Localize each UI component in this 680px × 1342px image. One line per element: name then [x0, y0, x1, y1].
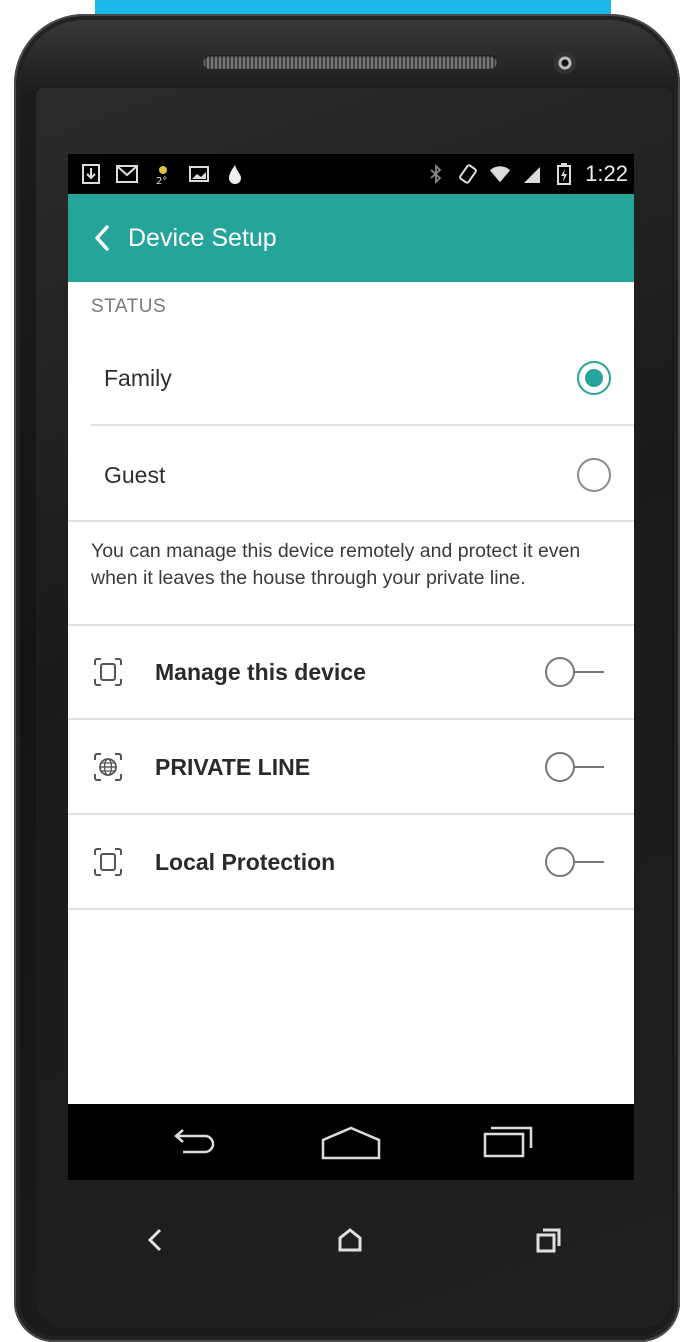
radio-option-family[interactable]: Family: [91, 332, 634, 426]
private-line-label: PRIVATE LINE: [155, 753, 311, 780]
bluetooth-icon: [425, 164, 447, 184]
toggle-row-manage-device[interactable]: Manage this device: [68, 626, 634, 720]
nav-back-icon[interactable]: [163, 1122, 223, 1162]
rotation-icon: [457, 164, 479, 184]
nav-recents-icon[interactable]: [479, 1122, 539, 1162]
private-line-toggle[interactable]: [544, 750, 606, 784]
svg-text:2°: 2°: [156, 176, 167, 185]
family-label: Family: [104, 364, 172, 391]
signal-icon: [521, 164, 543, 184]
local-protection-toggle[interactable]: [544, 845, 606, 879]
hardware-recents-icon[interactable]: [528, 1220, 568, 1260]
manage-device-toggle[interactable]: [544, 655, 606, 689]
section-divider: [68, 520, 634, 522]
family-radio[interactable]: [577, 361, 611, 395]
wifi-icon: [489, 164, 511, 184]
back-arrow-icon[interactable]: [88, 218, 116, 258]
globe-frame-icon: [94, 753, 122, 781]
status-time: 1:22: [585, 161, 628, 186]
manage-device-label: Manage this device: [155, 658, 366, 685]
phone-screen: 2° 1:22 Device Setup STATUS Family Guest…: [68, 154, 634, 1180]
status-section-header: STATUS: [91, 296, 167, 317]
flame-icon: [224, 164, 246, 184]
description-text: You can manage this device remotely and …: [91, 540, 581, 589]
front-camera: [554, 52, 576, 74]
gmail-icon: [116, 164, 138, 184]
battery-icon: [553, 163, 575, 185]
speaker-grille: [203, 55, 497, 69]
app-bar: Device Setup: [68, 194, 634, 282]
toggle-row-private-line[interactable]: PRIVATE LINE: [68, 721, 634, 815]
weather-icon: 2°: [152, 164, 174, 185]
guest-label: Guest: [104, 461, 166, 488]
hardware-home-icon[interactable]: [330, 1220, 370, 1260]
local-protection-label: Local Protection: [155, 848, 336, 875]
image-icon: [188, 164, 210, 184]
page-title: Device Setup: [128, 223, 277, 252]
hardware-back-icon[interactable]: [136, 1220, 176, 1260]
toggle-row-local-protection[interactable]: Local Protection: [68, 816, 634, 910]
radio-option-guest[interactable]: Guest: [91, 428, 634, 522]
download-icon: [80, 164, 102, 184]
guest-radio[interactable]: [577, 458, 611, 492]
status-bar: 2° 1:22: [68, 154, 634, 194]
device-frame-icon: [94, 658, 122, 686]
nav-home-icon[interactable]: [321, 1122, 381, 1162]
device-frame-icon: [94, 848, 122, 876]
navigation-bar: [68, 1104, 634, 1180]
